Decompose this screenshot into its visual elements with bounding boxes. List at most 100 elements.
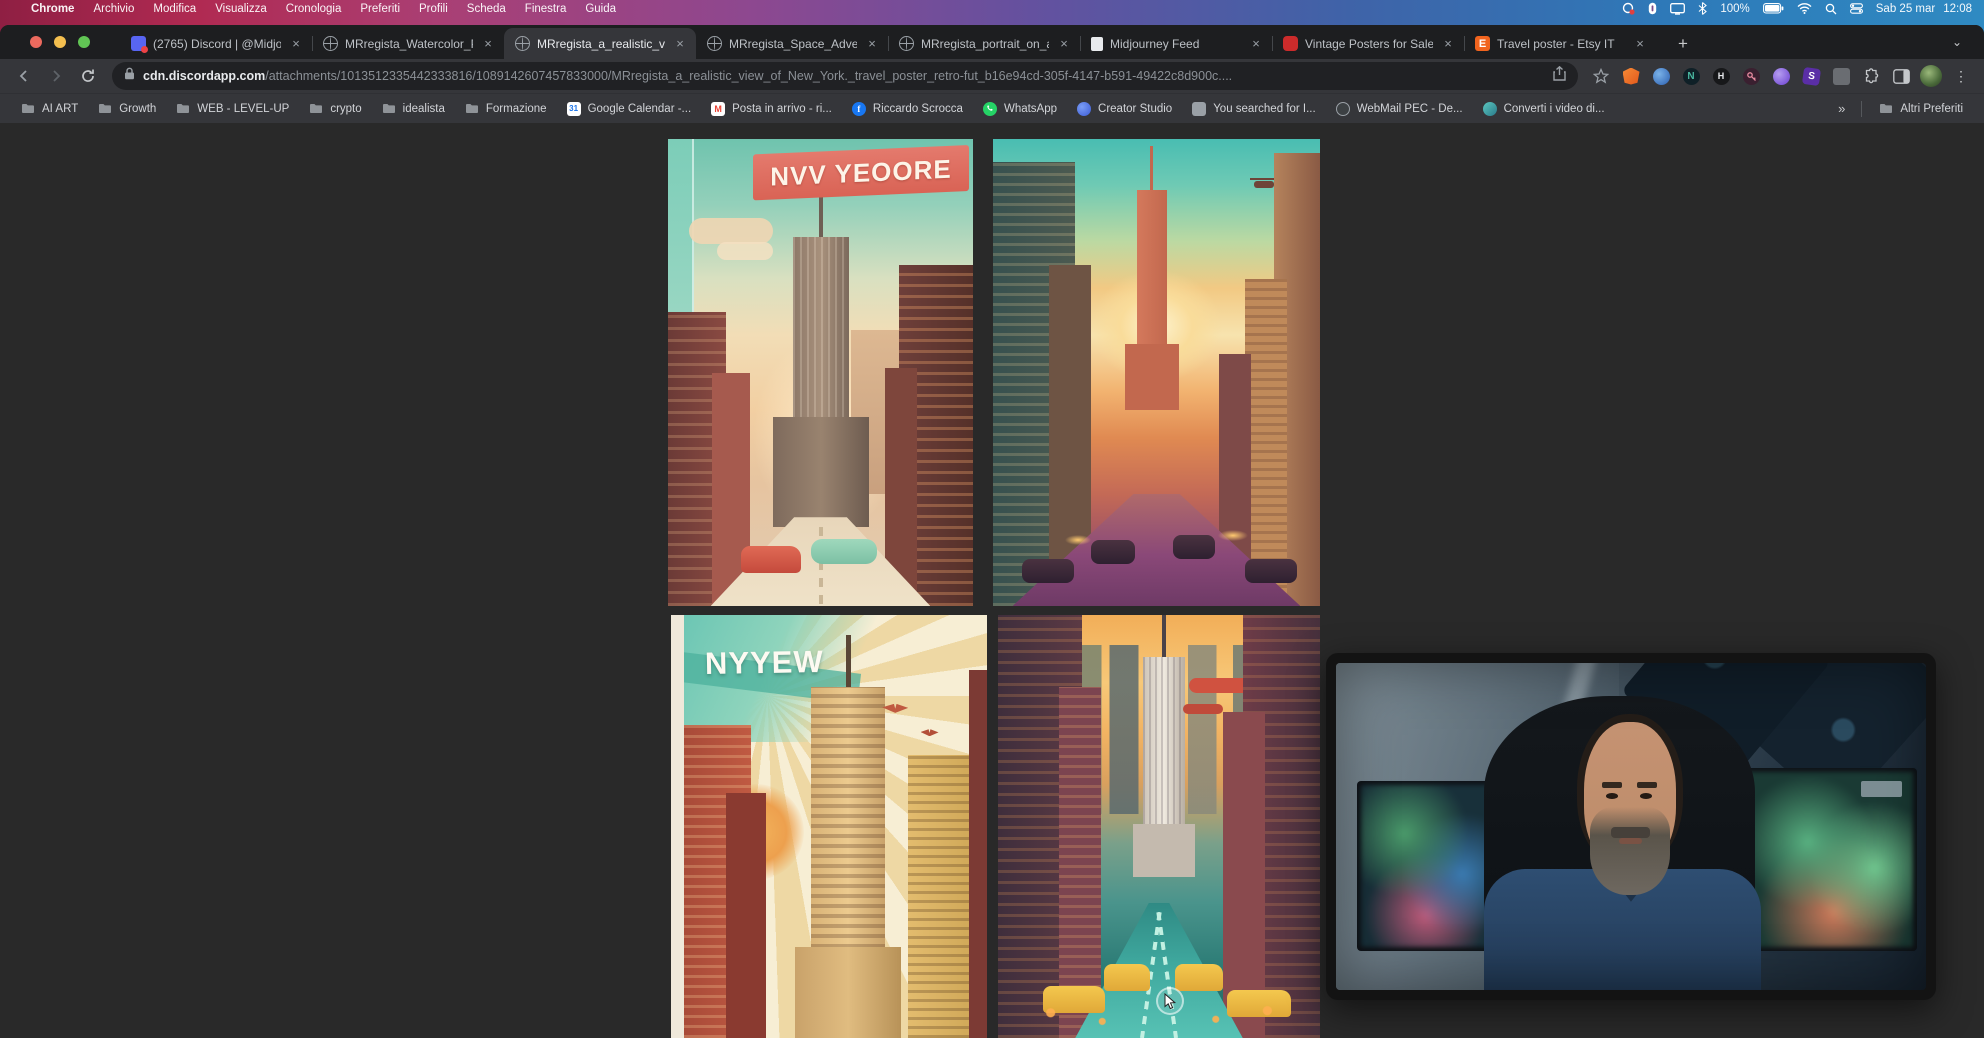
- facebook-icon: f: [852, 102, 866, 116]
- globe-favicon: [323, 36, 338, 51]
- screen-record-icon[interactable]: [1622, 2, 1635, 15]
- grid-extension-icon[interactable]: [1828, 63, 1854, 89]
- bookmark-folder-formazione[interactable]: Formazione: [456, 98, 556, 120]
- address-bar[interactable]: cdn.discordapp.com /attachments/10135123…: [112, 62, 1578, 90]
- bookmarks-overflow-chevron[interactable]: »: [1830, 97, 1853, 120]
- spotlight-icon[interactable]: [1825, 3, 1837, 15]
- bookmark-folder-web-level-up[interactable]: WEB - LEVEL-UP: [167, 98, 298, 120]
- metamask-extension-icon[interactable]: [1618, 63, 1644, 89]
- close-tab-icon[interactable]: ×: [1056, 36, 1072, 52]
- right-buildings: [969, 670, 987, 1038]
- tab-discord[interactable]: (2765) Discord | @Midjou ×: [120, 28, 312, 59]
- bluetooth-icon[interactable]: [1698, 2, 1707, 15]
- battery-icon[interactable]: [1763, 3, 1784, 14]
- menu-item-guida[interactable]: Guida: [585, 3, 616, 15]
- extensions-puzzle-button[interactable]: [1858, 63, 1884, 89]
- tab-search-chevron-icon[interactable]: ⌄: [1952, 35, 1962, 49]
- password-key-extension-icon[interactable]: [1738, 63, 1764, 89]
- bookmark-gmail-inbox[interactable]: MPosta in arrivo - ri...: [702, 98, 841, 120]
- poster-top-left-image[interactable]: NVV YEOORE: [668, 139, 973, 606]
- bookmark-folder-crypto[interactable]: crypto: [300, 98, 370, 120]
- reload-button[interactable]: [74, 62, 102, 90]
- tab-space-adventure[interactable]: MRregista_Space_Advent ×: [696, 28, 888, 59]
- bookmark-creator-studio[interactable]: Creator Studio: [1068, 98, 1181, 120]
- bookmark-other-favorites[interactable]: Altri Preferiti: [1870, 98, 1972, 120]
- bookmark-star-icon[interactable]: [1588, 63, 1614, 89]
- close-window-button[interactable]: [30, 36, 42, 48]
- chrome-menu-button[interactable]: ⋮: [1948, 63, 1974, 89]
- menu-item-finestra[interactable]: Finestra: [525, 3, 567, 15]
- tab-vintage-posters[interactable]: Vintage Posters for Sale | ×: [1272, 28, 1464, 59]
- profile-avatar[interactable]: [1918, 63, 1944, 89]
- bookmark-folder-growth[interactable]: Growth: [89, 98, 165, 120]
- bookmark-whatsapp[interactable]: WhatsApp: [974, 98, 1066, 120]
- tab-etsy[interactable]: E Travel poster - Etsy IT ×: [1464, 28, 1656, 59]
- padlock-icon[interactable]: [124, 67, 135, 85]
- menu-item-visualizza[interactable]: Visualizza: [215, 3, 267, 15]
- menu-date: Sab 25 mar: [1876, 3, 1935, 15]
- bookmark-label: WebMail PEC - De...: [1357, 103, 1463, 115]
- bookmark-label: Creator Studio: [1098, 103, 1172, 115]
- poster-top-right-image[interactable]: [993, 139, 1320, 606]
- tab-label: MRregista_a_realistic_vie: [537, 37, 665, 51]
- fullscreen-window-button[interactable]: [78, 36, 90, 48]
- pill-utility-icon[interactable]: [1648, 2, 1657, 15]
- close-tab-icon[interactable]: ×: [1632, 36, 1648, 52]
- bookmark-google-calendar[interactable]: 31Google Calendar -...: [558, 98, 701, 120]
- control-center-icon[interactable]: [1850, 3, 1863, 14]
- menu-item-chrome[interactable]: Chrome: [31, 3, 74, 15]
- menu-clock[interactable]: Sab 25 mar 12:08: [1876, 3, 1972, 15]
- menu-item-archivio[interactable]: Archivio: [93, 3, 134, 15]
- close-tab-icon[interactable]: ×: [288, 36, 304, 52]
- close-tab-icon[interactable]: ×: [480, 36, 496, 52]
- folder-icon: [176, 102, 190, 116]
- bookmark-label: AI ART: [42, 103, 78, 115]
- cloud: [717, 242, 773, 260]
- close-tab-icon[interactable]: ×: [1440, 36, 1456, 52]
- menu-item-profili[interactable]: Profili: [419, 3, 448, 15]
- menu-item-preferiti[interactable]: Preferiti: [360, 3, 400, 15]
- tab-midjourney-feed[interactable]: Midjourney Feed ×: [1080, 28, 1272, 59]
- close-tab-icon[interactable]: ×: [672, 36, 688, 52]
- new-tab-button[interactable]: +: [1672, 33, 1694, 55]
- document-favicon: [1091, 37, 1103, 51]
- bookmark-label: Riccardo Scrocca: [873, 103, 963, 115]
- menu-item-modifica[interactable]: Modifica: [153, 3, 196, 15]
- tab-portrait[interactable]: MRregista_portrait_on_a_ ×: [888, 28, 1080, 59]
- tab-watercolor[interactable]: MRregista_Watercolor_Pa ×: [312, 28, 504, 59]
- webcam-overlay: [1326, 653, 1936, 1000]
- side-panel-button[interactable]: [1888, 63, 1914, 89]
- menu-item-scheda[interactable]: Scheda: [467, 3, 506, 15]
- poster-bottom-right-image[interactable]: [998, 615, 1320, 1038]
- blue-extension-icon[interactable]: [1648, 63, 1674, 89]
- nordvpn-extension-icon[interactable]: N: [1678, 63, 1704, 89]
- display-icon[interactable]: [1670, 3, 1685, 15]
- bookmark-folder-ai-art[interactable]: AI ART: [12, 98, 87, 120]
- purple-extension-icon[interactable]: [1768, 63, 1794, 89]
- bookmark-label: Formazione: [486, 103, 547, 115]
- back-button[interactable]: [10, 62, 38, 90]
- close-tab-icon[interactable]: ×: [1248, 36, 1264, 52]
- bookmark-folder-idealista[interactable]: idealista: [373, 98, 454, 120]
- bookmark-facebook-profile[interactable]: f Riccardo Scrocca: [843, 98, 972, 120]
- dark-extension-icon[interactable]: H: [1708, 63, 1734, 89]
- headlight-glow: [1065, 535, 1091, 545]
- tab-label: Travel poster - Etsy IT: [1497, 37, 1625, 51]
- page-content: NVV YEOORE: [0, 123, 1984, 1038]
- minimize-window-button[interactable]: [54, 36, 66, 48]
- share-icon[interactable]: [1553, 66, 1566, 86]
- bookmark-you-searched[interactable]: You searched for I...: [1183, 98, 1325, 120]
- tab-label: Vintage Posters for Sale |: [1305, 37, 1433, 51]
- poster-bottom-left-image[interactable]: NYYEW: [671, 615, 987, 1038]
- cloud: [689, 218, 773, 244]
- forward-button[interactable]: [42, 62, 70, 90]
- purple-s-extension-icon[interactable]: S: [1798, 63, 1824, 89]
- bookmark-webmail-pec[interactable]: WebMail PEC - De...: [1327, 98, 1472, 120]
- menu-item-cronologia[interactable]: Cronologia: [286, 3, 342, 15]
- folder-icon: [21, 102, 35, 116]
- bookmark-converti-video[interactable]: Converti i video di...: [1474, 98, 1614, 120]
- close-tab-icon[interactable]: ×: [864, 36, 880, 52]
- tab-realistic-view-active[interactable]: MRregista_a_realistic_vie ×: [504, 28, 696, 59]
- wifi-icon[interactable]: [1797, 3, 1812, 14]
- bookmark-label: Growth: [119, 103, 156, 115]
